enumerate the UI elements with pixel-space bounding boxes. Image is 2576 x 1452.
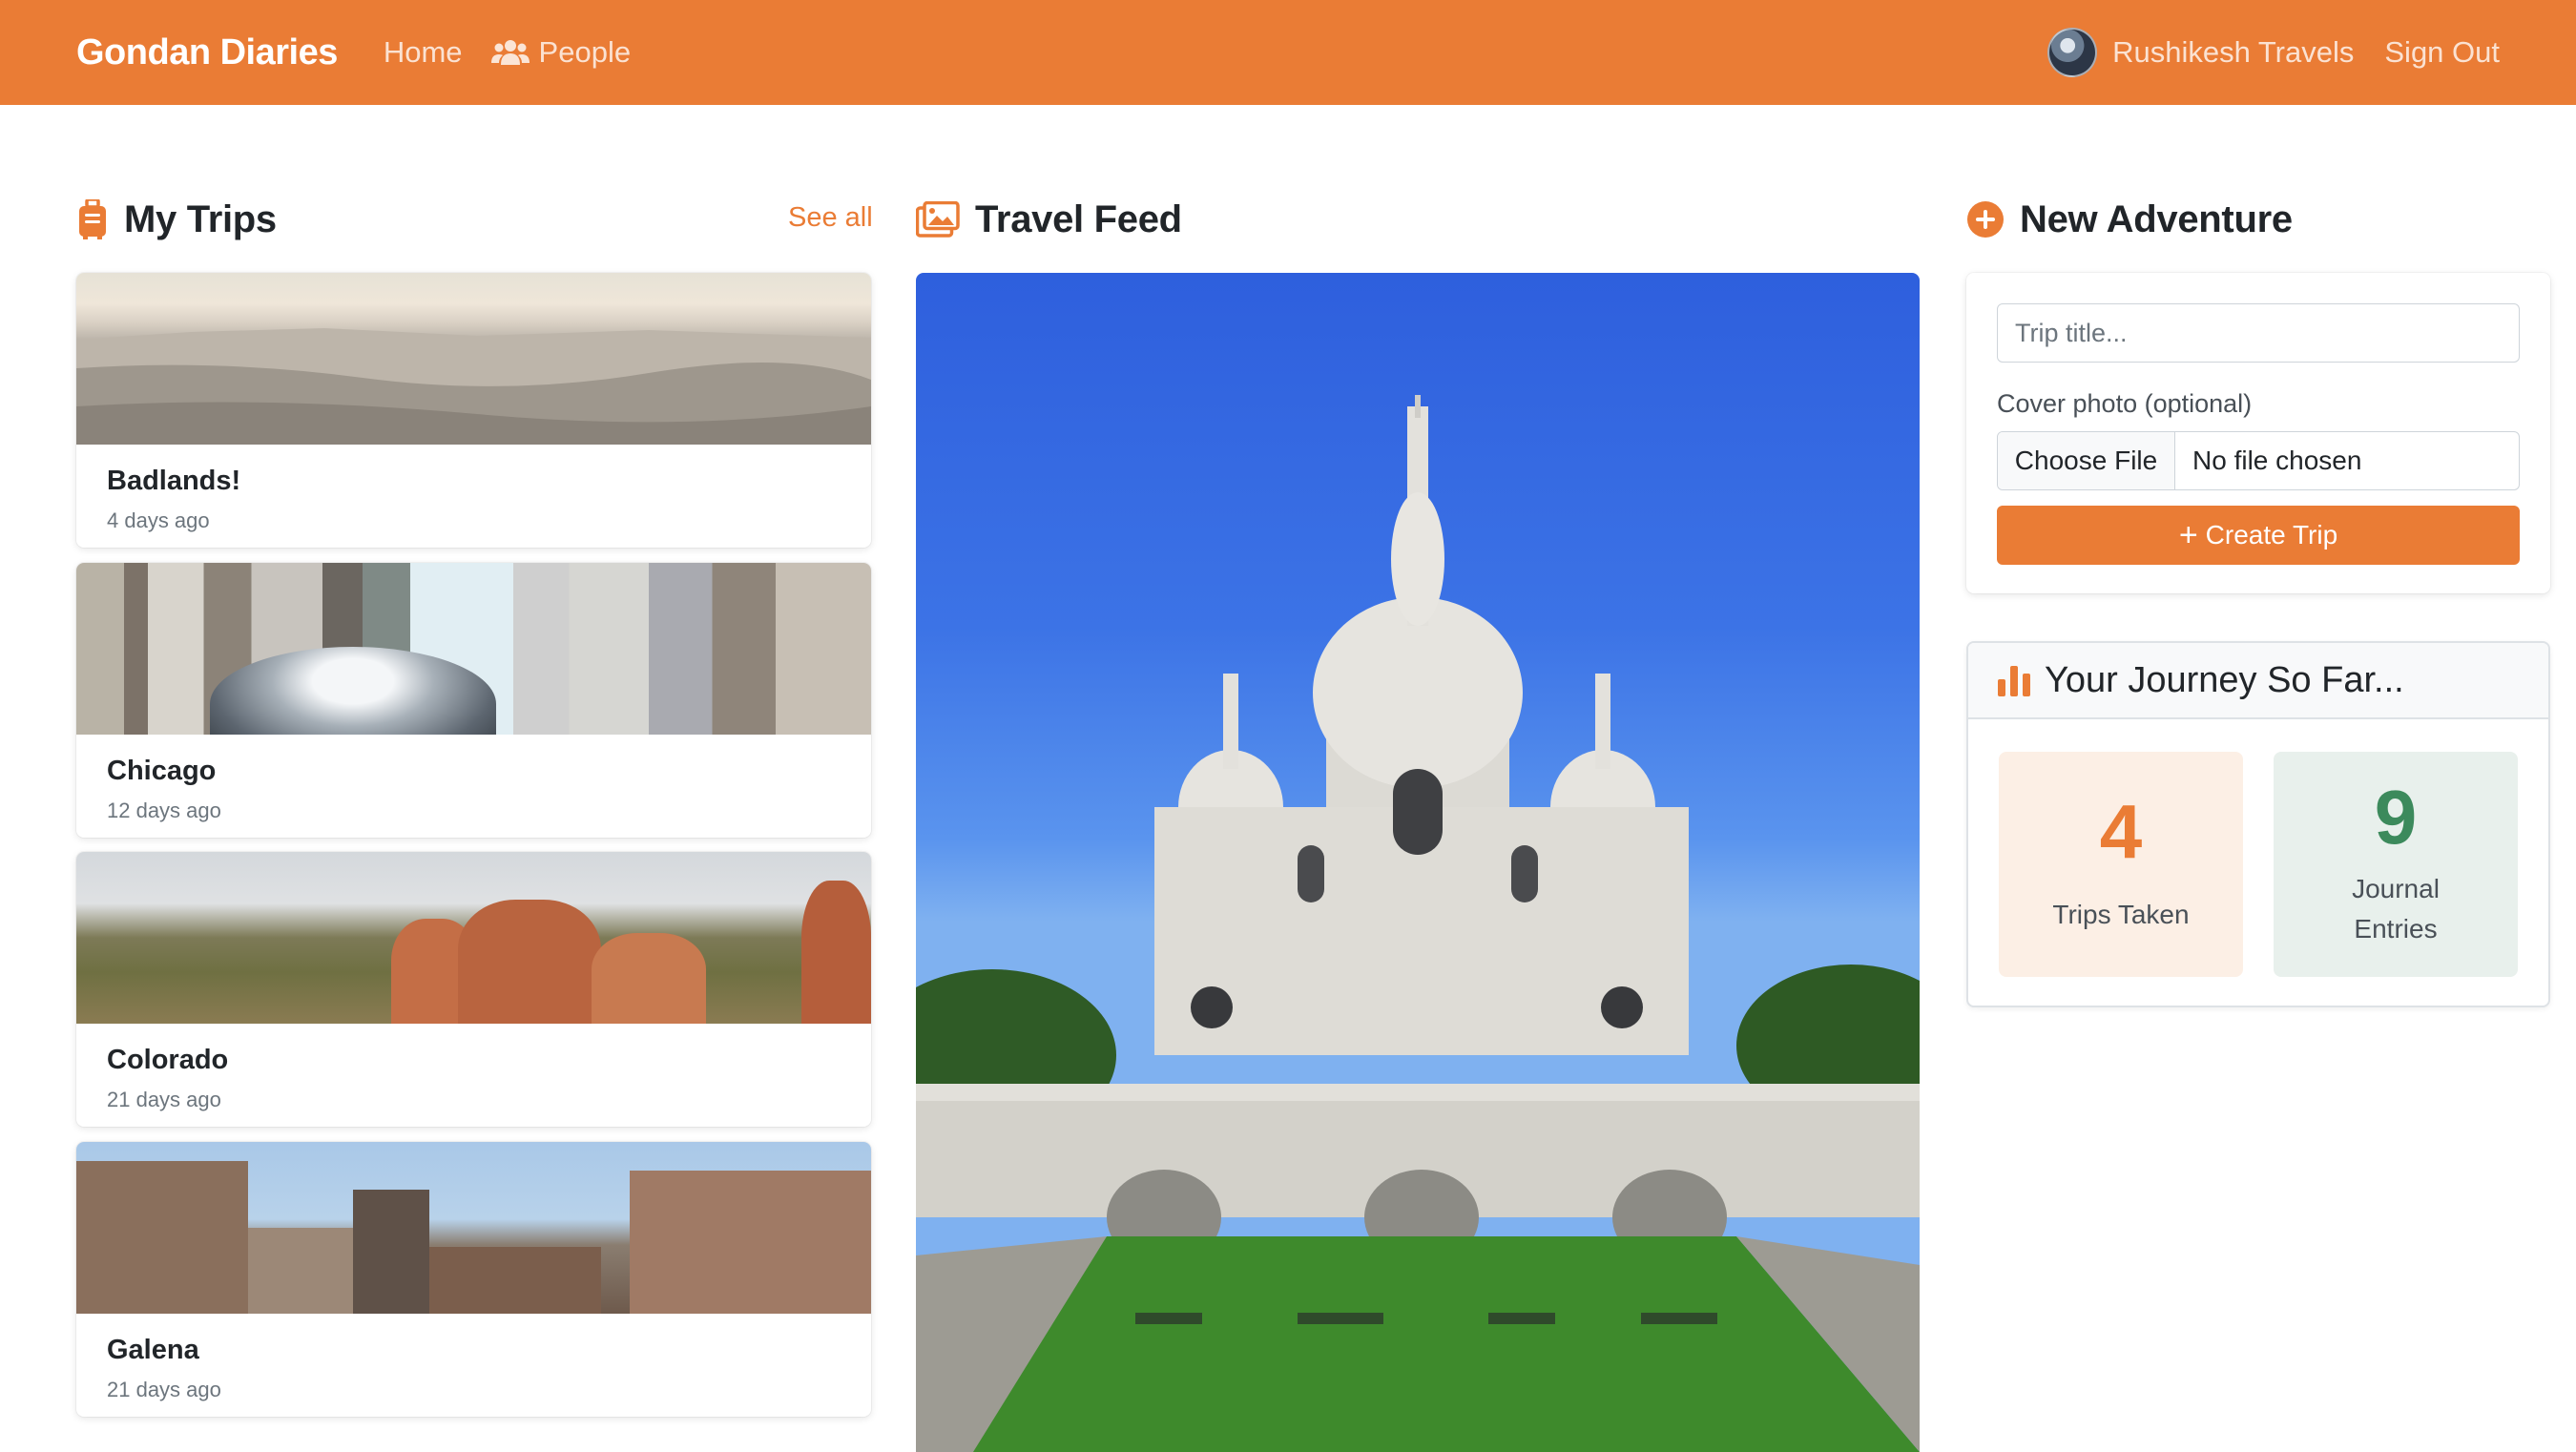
- see-all-link[interactable]: See all: [788, 202, 873, 234]
- trip-card[interactable]: Chicago 12 days ago: [76, 563, 871, 838]
- plus-circle-icon: [1966, 200, 2005, 239]
- trip-title: Badlands!: [107, 466, 241, 496]
- stats-header: Your Journey So Far...: [1968, 643, 2548, 719]
- suitcase-icon: [76, 199, 109, 239]
- bean-sculpture: [210, 647, 496, 735]
- brand-logo[interactable]: Gondan Diaries: [76, 32, 338, 73]
- trip-cover-image: [76, 1142, 871, 1314]
- trip-title: Chicago: [107, 756, 217, 786]
- new-adventure-form: Trip title... Cover photo (optional) Cho…: [1966, 273, 2550, 593]
- travel-feed-header: Travel Feed: [916, 193, 1182, 246]
- trip-cover-image: [76, 563, 871, 735]
- new-adventure-title: New Adventure: [2020, 197, 2293, 240]
- trip-card[interactable]: Galena 21 days ago: [76, 1142, 871, 1417]
- travel-feed-title: Travel Feed: [975, 197, 1182, 240]
- avatar[interactable]: [2047, 28, 2098, 77]
- trip-cover-image: [76, 273, 871, 445]
- trip-title-placeholder: Trip title...: [2015, 318, 2128, 347]
- stats-title: Your Journey So Far...: [2045, 659, 2404, 700]
- trips-taken-stat: 4 Trips Taken: [1999, 752, 2243, 977]
- choose-file-button[interactable]: Choose File: [1998, 432, 2175, 489]
- nav-people[interactable]: People: [490, 35, 632, 70]
- create-trip-button[interactable]: + Create Trip: [1997, 506, 2520, 565]
- trips-taken-label: Trips Taken: [2052, 900, 2190, 929]
- bar-chart-icon: [1997, 664, 2031, 696]
- journal-entries-label: Journal Entries: [2352, 874, 2440, 944]
- sign-out-link[interactable]: Sign Out: [2384, 35, 2500, 70]
- journal-entries-count: 9: [2374, 775, 2418, 860]
- trip-date: 4 days ago: [107, 508, 210, 532]
- trip-date: 21 days ago: [107, 1088, 221, 1111]
- trip-card[interactable]: Badlands! 4 days ago: [76, 273, 871, 548]
- user-name[interactable]: Rushikesh Travels: [2112, 35, 2354, 70]
- trip-title: Galena: [107, 1335, 199, 1365]
- my-trips-header: My Trips: [76, 193, 277, 246]
- journey-stats-card: Your Journey So Far... 4 Trips Taken 9 J…: [1966, 641, 2550, 1007]
- new-adventure-header: New Adventure: [1966, 193, 2293, 246]
- trip-date: 12 days ago: [107, 799, 221, 822]
- trip-cover-image: [76, 852, 871, 1024]
- trips-taken-count: 4: [2099, 789, 2143, 874]
- nav-home[interactable]: Home: [384, 35, 463, 70]
- plus-icon: +: [2178, 516, 2198, 553]
- trip-date: 21 days ago: [107, 1378, 221, 1401]
- nav-home-label: Home: [383, 35, 463, 69]
- journal-entries-stat: 9 Journal Entries: [2274, 752, 2518, 977]
- cover-photo-label: Cover photo (optional): [1997, 389, 2253, 418]
- cover-photo-file-input[interactable]: Choose File No file chosen: [1997, 431, 2520, 490]
- trip-card[interactable]: Colorado 21 days ago: [76, 852, 871, 1127]
- trip-title-input[interactable]: Trip title...: [1997, 303, 2520, 363]
- my-trips-title: My Trips: [124, 197, 277, 240]
- trip-title: Colorado: [107, 1045, 229, 1075]
- images-icon: [916, 201, 960, 238]
- file-status: No file chosen: [2192, 446, 2362, 475]
- navbar: Gondan Diaries Home People Rushikesh Tra…: [0, 0, 2576, 105]
- feed-photo[interactable]: [916, 273, 1920, 1452]
- create-trip-label: Create Trip: [2205, 520, 2338, 550]
- nav-user-area: Rushikesh Travels Sign Out: [2047, 28, 2500, 77]
- users-icon: [490, 38, 530, 67]
- nav-people-label: People: [538, 35, 632, 69]
